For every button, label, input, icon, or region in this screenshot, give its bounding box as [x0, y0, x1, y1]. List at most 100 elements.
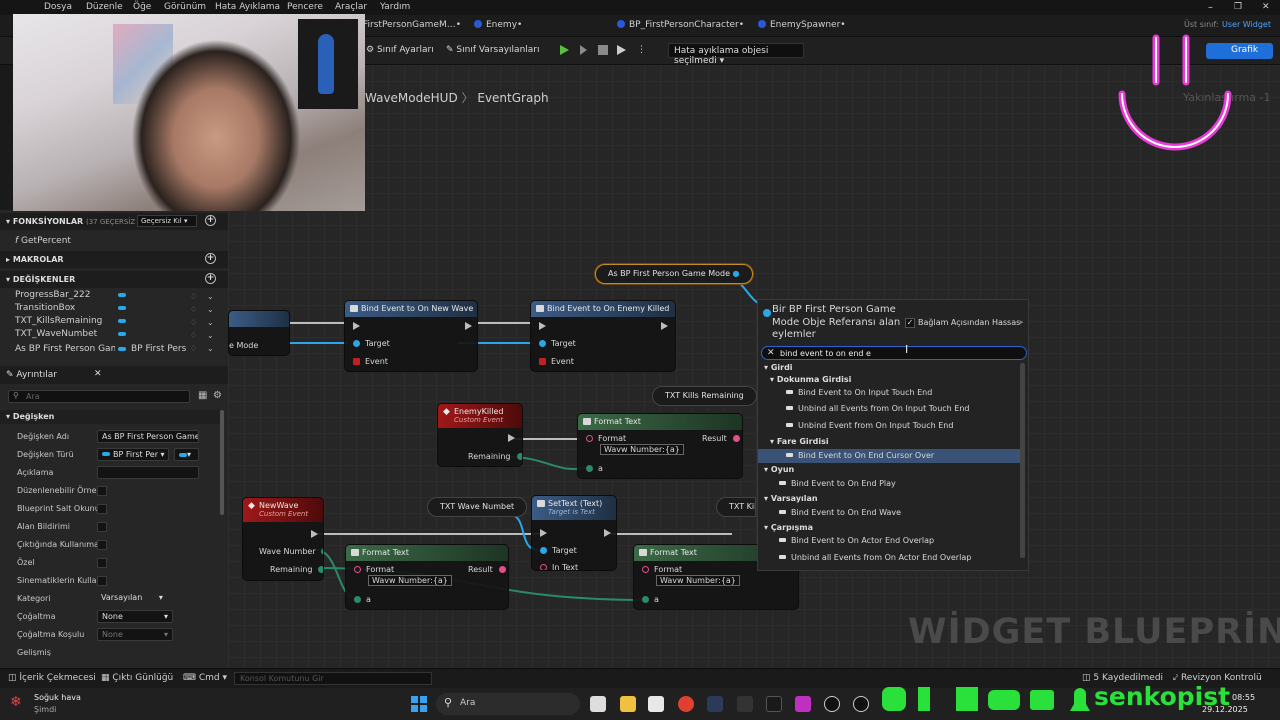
tab-enemy-spawner[interactable]: EnemySpawner•: [758, 20, 846, 30]
exec-out-pin[interactable]: [604, 529, 611, 537]
exec-in-pin[interactable]: [540, 529, 547, 537]
action-search-input[interactable]: ✕ bind event to on end e: [761, 346, 1027, 360]
file-explorer-icon[interactable]: [620, 696, 636, 712]
target-pin[interactable]: Target: [540, 546, 577, 555]
bind-enemy-killed-node[interactable]: Bind Event to On Enemy Killed Target Eve…: [530, 300, 676, 372]
menu-help[interactable]: Yardım: [380, 2, 410, 12]
functions-header[interactable]: ▾ FONKSİYONLAR (37 GEÇERSİZ KILIN Geçers…: [0, 213, 228, 230]
chevron-right-icon[interactable]: ▸: [1020, 318, 1024, 326]
category-touch-input[interactable]: ▾ Dokunma Girdisi: [770, 375, 851, 384]
menu-asset[interactable]: Öğe: [133, 2, 151, 12]
menu-file[interactable]: Dosya: [44, 2, 72, 12]
chrome-icon[interactable]: [678, 696, 694, 712]
details-tab[interactable]: ✎ Ayrıntılar: [6, 370, 57, 380]
container-type-dropdown[interactable]: ▾: [174, 448, 199, 461]
description-field[interactable]: [97, 466, 199, 479]
output-log-button[interactable]: ▦ Çıktı Günlüğü: [101, 673, 173, 683]
store-icon[interactable]: [648, 696, 664, 712]
debug-object-select[interactable]: Hata ayıklama objesi seçilmedi ▾: [668, 43, 804, 66]
windows-start-icon[interactable]: [411, 696, 427, 712]
expose-on-spawn-checkbox[interactable]: [97, 540, 107, 550]
result-item[interactable]: Unbind all Events from On Input Touch En…: [758, 404, 1020, 418]
menu-window[interactable]: Pencere: [287, 2, 323, 12]
play-icon[interactable]: [560, 45, 569, 55]
exec-out-pin[interactable]: [508, 434, 515, 442]
unreal-engine-icon[interactable]: [824, 696, 840, 712]
epic-games-icon[interactable]: [737, 696, 753, 712]
exec-in-pin[interactable]: [539, 322, 546, 330]
tab-bp-first-person-character[interactable]: BP_FirstPersonCharacter•: [617, 20, 744, 30]
taskbar-search[interactable]: ⚲ Ara: [436, 693, 580, 715]
blueprint-readonly-checkbox[interactable]: [97, 504, 107, 514]
expose-widget-checkbox[interactable]: [97, 522, 107, 532]
exec-out-pin[interactable]: [661, 322, 668, 330]
variable-section-header[interactable]: ▾ Değişken: [0, 410, 220, 424]
event-pin[interactable]: Event: [353, 357, 388, 366]
expose-cinematics-checkbox[interactable]: [97, 576, 107, 586]
menu-view[interactable]: Görünüm: [164, 2, 206, 12]
new-wave-event-node[interactable]: ◆ NewWave Custom Event Wave Number Remaini…: [242, 497, 324, 581]
variables-header[interactable]: ▾ DEĞİŞKENLER +: [0, 271, 228, 288]
settext-node[interactable]: SetText (Text) Target is Text Target In T…: [531, 495, 617, 571]
class-defaults-button[interactable]: ✎ Sınıf Varsayılanları: [446, 45, 540, 55]
menu-edit[interactable]: Düzenle: [86, 2, 123, 12]
add-macro-icon[interactable]: +: [205, 253, 216, 264]
format-value-field[interactable]: Wavw Number:{a}: [368, 575, 452, 586]
a-pin[interactable]: a: [586, 464, 603, 473]
minimize-icon[interactable]: –: [1208, 2, 1213, 13]
task-view-icon[interactable]: [590, 696, 606, 712]
format-value-field[interactable]: Wavw Number:{a}: [656, 575, 740, 586]
menu-debug[interactable]: Hata Ayıklama: [215, 2, 280, 12]
variable-item[interactable]: TXT_KillsRemaining: [15, 316, 102, 326]
result-item[interactable]: Unbind Event from On Input Touch End: [758, 421, 1020, 435]
expand-chevron-icons[interactable]: ⌄ ⌄ ⌄ ⌄ ⌄: [207, 290, 214, 355]
tab-enemy[interactable]: Enemy•: [474, 20, 522, 30]
add-variable-icon[interactable]: +: [205, 273, 216, 284]
simulate-icon[interactable]: [617, 45, 626, 55]
result-item-selected[interactable]: Bind Event to On End Cursor Over: [758, 449, 1020, 463]
cmd-dropdown[interactable]: ⌨ Cmd ▾: [183, 673, 227, 683]
enemy-killed-event-node[interactable]: ◆ EnemyKilled Custom Event Remaining: [437, 403, 523, 467]
results-scrollbar[interactable]: [1020, 363, 1025, 558]
weather-text[interactable]: Soğuk hava: [34, 693, 81, 702]
app-icon[interactable]: [766, 696, 782, 712]
event-pin[interactable]: Event: [539, 357, 574, 366]
txt-kills-remaining-node[interactable]: TXT Kills Remaining: [652, 386, 757, 406]
bind-new-wave-node[interactable]: Bind Event to On New Wave Target Event: [344, 300, 478, 372]
clear-search-icon[interactable]: ✕: [767, 348, 775, 358]
format-value-field[interactable]: Wavw Number:{a}: [600, 444, 684, 455]
variable-item[interactable]: TXT_WaveNumbet: [15, 329, 97, 339]
category-default[interactable]: ▾ Varsayılan: [764, 494, 818, 503]
result-item[interactable]: Unbind all Events from On Actor End Over…: [758, 553, 1020, 567]
category-dropdown[interactable]: Varsayılan ▾: [97, 592, 173, 605]
a-pin[interactable]: a: [642, 595, 659, 604]
result-pin[interactable]: Result: [702, 434, 741, 443]
close-icon[interactable]: ✕: [1262, 2, 1270, 12]
restore-icon[interactable]: ❐: [1234, 2, 1242, 12]
target-pin[interactable]: Target: [539, 339, 576, 348]
remaining-pin[interactable]: Remaining: [270, 565, 323, 574]
replication-condition-dropdown[interactable]: None ▾: [97, 628, 173, 641]
result-item[interactable]: Bind Event to On End Play: [758, 479, 1020, 493]
category-input[interactable]: ▾ Girdi: [764, 363, 793, 372]
content-drawer-button[interactable]: ◫ İçerik Çekmecesi: [8, 673, 96, 683]
close-details-icon[interactable]: ✕: [94, 369, 102, 379]
result-item[interactable]: Bind Event to On Actor End Overlap: [758, 536, 1020, 550]
category-mouse-input[interactable]: ▾ Fare Girdisi: [770, 437, 829, 446]
variable-item[interactable]: ProgressBar_222: [15, 290, 90, 300]
macros-header[interactable]: ▸ MAKROLAR +: [0, 251, 228, 268]
format-pin[interactable]: Format: [586, 434, 626, 443]
private-checkbox[interactable]: [97, 558, 107, 568]
class-settings-button[interactable]: ⚙ Sınıf Ayarları: [366, 45, 434, 55]
stop-icon[interactable]: [598, 45, 608, 55]
variable-type-dropdown[interactable]: BP First Per ▾: [97, 448, 169, 461]
visibility-eye-icons[interactable]: ♢ ♢ ♢ ♢ ♢: [190, 290, 197, 355]
category-collision[interactable]: ▾ Çarpışma: [764, 523, 813, 532]
txt-kills-partial-node[interactable]: TXT Kill: [716, 497, 756, 517]
replication-dropdown[interactable]: None ▾: [97, 610, 173, 623]
category-game[interactable]: ▾ Oyun: [764, 465, 794, 474]
menu-tools[interactable]: Araçlar: [335, 2, 367, 12]
weather-icon[interactable]: ❄: [10, 694, 22, 710]
partial-event-node[interactable]: e Mode: [228, 310, 290, 356]
steam-icon[interactable]: [707, 696, 723, 712]
